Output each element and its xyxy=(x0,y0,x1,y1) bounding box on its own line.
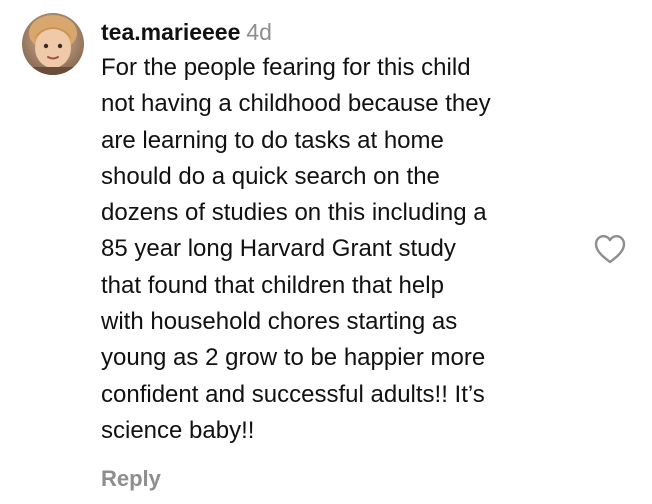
comment-body: tea.marieeee 4d For the people fearing fo… xyxy=(101,14,601,449)
comment-text-line: young as 2 grow to be happier more xyxy=(101,344,486,372)
username-link[interactable]: tea.marieeee xyxy=(101,19,240,45)
comment-text-line: should do a quick search on the xyxy=(101,162,440,190)
like-button[interactable] xyxy=(593,233,627,265)
comment-text-line: with household chores starting as xyxy=(101,308,458,336)
comment-text-line: not having a childhood because they xyxy=(101,90,491,118)
reply-button[interactable]: Reply xyxy=(101,462,161,496)
comment-text: For the people fearing for this child no… xyxy=(101,50,601,449)
comment-meta: tea.marieeee 4d xyxy=(101,14,601,50)
comment-text-line: For the people fearing for this child xyxy=(101,54,471,81)
comment-text-line: confident and successful adults!! It’s xyxy=(101,380,485,408)
comment-text-line: dozens of studies on this including a xyxy=(101,199,487,227)
profile-photo-icon xyxy=(22,13,84,75)
avatar[interactable] xyxy=(22,13,84,75)
comment-text-line: are learning to do tasks at home xyxy=(101,126,444,154)
heart-outline-icon xyxy=(594,235,626,264)
comment: tea.marieeee 4d For the people fearing fo… xyxy=(0,0,652,504)
comment-text-line: 85 year long Harvard Grant study xyxy=(101,235,456,263)
comment-text-line: science baby!! xyxy=(101,416,255,444)
comment-text-line: that found that children that help xyxy=(101,271,444,299)
timestamp: 4d xyxy=(246,19,272,45)
